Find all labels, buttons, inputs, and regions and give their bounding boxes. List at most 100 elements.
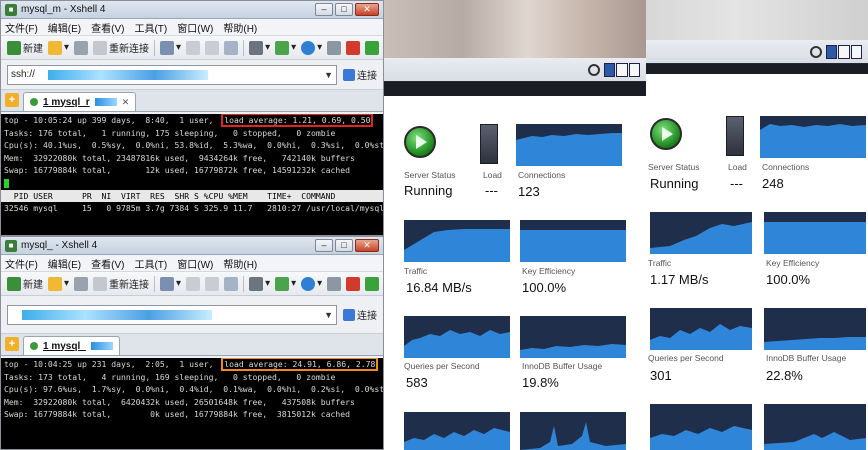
menu-window[interactable]: 窗口(W) [177,20,213,35]
terminal-line: top - 10:04:25 up 231 days, 2:05, 1 user… [4,358,379,371]
close-button[interactable]: ✕ [355,239,379,252]
terminal-output[interactable]: top - 10:05:24 up 399 days, 8:40, 1 user… [1,114,383,235]
menu-view[interactable]: 查看(V) [91,20,124,35]
menu-window[interactable]: 窗口(W) [177,256,213,271]
chevron-down-icon[interactable]: ▼ [324,310,333,320]
color-button[interactable]: ▾ [275,39,296,57]
address-input[interactable]: ssh:// ▼ [7,64,337,85]
connected-status-icon [30,342,38,350]
terminal-output[interactable]: top - 10:04:25 up 231 days, 2:05, 1 user… [1,358,383,449]
menu-tools[interactable]: 工具(T) [134,256,167,271]
refresh-icon[interactable] [588,63,600,76]
reconnect-button[interactable]: 重新连接 [93,275,149,293]
xftp-button[interactable] [346,275,361,293]
reconnect-icon [93,40,108,55]
disconnect-button[interactable] [74,39,89,57]
session-tab[interactable]: 1 mysql_r ✕ [23,92,137,111]
window-titlebar[interactable]: ■ mysql_m - Xshell 4 – □ ✕ [1,1,383,19]
innodb-buffer-graph [764,308,866,350]
folder-icon [48,276,62,291]
menu-file[interactable]: 文件(F) [5,20,38,35]
window-title: mysql_ - Xshell 4 [21,240,98,251]
innodb-value: 22.8% [766,368,803,383]
properties-button[interactable]: ▾ [160,39,181,57]
xftp-button[interactable] [346,39,361,57]
innodb-value: 19.8% [522,375,559,390]
close-tab-icon[interactable]: ✕ [122,97,130,108]
load-gauge [726,116,744,156]
traffic-label: Traffic [648,258,672,268]
window-titlebar[interactable]: ■ mysql_ - Xshell 4 – □ ✕ [1,237,383,255]
color-button[interactable]: ▾ [275,275,296,293]
minimize-button[interactable]: – [315,3,333,16]
open-folder-button[interactable]: ▾ [48,39,69,57]
menu-help[interactable]: 帮助(H) [223,20,257,35]
copy-icon [186,276,201,291]
xmanager-button[interactable] [365,39,380,57]
refresh-icon[interactable] [810,45,822,58]
new-session-icon [7,276,21,291]
connect-icon [343,68,355,81]
menu-file[interactable]: 文件(F) [5,256,38,271]
innodb-buffer-graph [520,316,626,358]
menu-edit[interactable]: 编辑(E) [48,20,81,35]
address-value: ssh:// [11,69,35,80]
extra-graph-svg [764,404,866,450]
innodb-buffer-graph-svg [520,316,626,358]
find-button[interactable] [224,275,239,293]
copy-button[interactable] [186,275,201,293]
find-button[interactable] [224,39,239,57]
layout-toggle[interactable] [826,44,862,59]
load-gauge [480,124,498,164]
xmanager-button[interactable] [365,275,380,293]
load-value: --- [485,183,498,198]
background-photo [646,0,868,40]
terminal-line: Mem: 32922080k total, 23487816k used, 94… [4,152,355,163]
address-input[interactable]: ▼ [7,304,337,325]
qps-label: Queries per Second [404,361,480,371]
new-session-button[interactable]: 新建 [7,275,43,293]
chevron-down-icon[interactable]: ▼ [324,70,333,80]
print-button[interactable]: ▾ [249,275,270,293]
connect-button[interactable]: 连接 [343,67,377,82]
copy-button[interactable] [186,39,201,57]
add-tab-icon[interactable]: + [5,337,19,351]
paste-button[interactable] [205,39,220,57]
color-icon [275,276,290,291]
maximize-button[interactable]: □ [335,239,353,252]
session-tab[interactable]: 1 mysql_ [23,336,120,355]
fullscreen-button[interactable] [327,275,342,293]
menu-help[interactable]: 帮助(H) [223,256,257,271]
open-folder-button[interactable]: ▾ [48,275,69,293]
xmanager-icon [365,276,380,291]
layout-toggle[interactable] [604,62,640,77]
menu-view[interactable]: 查看(V) [91,256,124,271]
properties-button[interactable]: ▾ [160,275,181,293]
add-tab-icon[interactable]: + [5,93,19,107]
close-button[interactable]: ✕ [355,3,379,16]
terminal-line: top - 10:05:24 up 399 days, 8:40, 1 user… [4,114,374,127]
search-icon [224,276,239,291]
maximize-button[interactable]: □ [335,3,353,16]
globe-button[interactable]: ▾ [301,39,322,57]
address-bar: ssh:// ▼ 连接 [1,60,383,90]
fullscreen-button[interactable] [327,39,342,57]
paste-button[interactable] [205,275,220,293]
disconnect-button[interactable] [74,275,89,293]
reconnect-button[interactable]: 重新连接 [93,39,149,57]
innodb-buffer-graph-svg [764,308,866,350]
menu-tools[interactable]: 工具(T) [134,20,167,35]
new-session-button[interactable]: 新建 [7,39,43,57]
menu-edit[interactable]: 编辑(E) [48,256,81,271]
minimize-button[interactable]: – [315,239,333,252]
globe-button[interactable]: ▾ [301,275,322,293]
extra-graph [404,412,510,450]
mysql-monitor-panel-secondary: Server Status Running Load --- Connectio… [646,0,868,450]
fullscreen-icon [327,276,342,291]
connections-label: Connections [518,170,566,180]
process-row: 32546 mysql 15 0 9785m 3.7g 7384 S 325.9… [4,203,383,214]
connect-button[interactable]: 连接 [343,307,377,322]
extra-graph-svg [650,404,752,450]
print-button[interactable]: ▾ [249,39,270,57]
print-icon [249,40,264,55]
